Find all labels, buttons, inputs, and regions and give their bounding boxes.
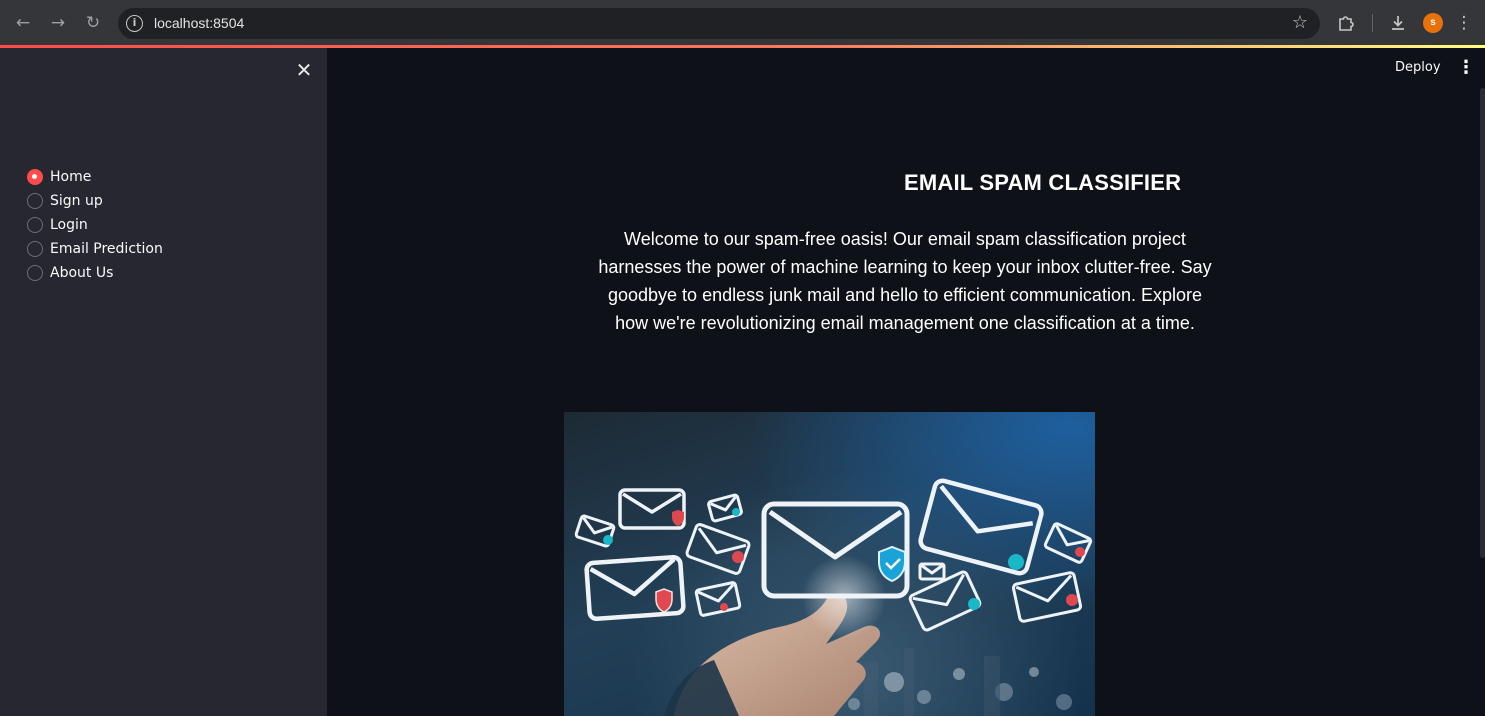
close-icon[interactable]: ✕ xyxy=(292,58,316,82)
radio-unselected-icon[interactable] xyxy=(27,265,43,281)
kebab-menu-icon[interactable]: ⋮ xyxy=(1457,56,1475,80)
hand-touching-email-envelopes-image xyxy=(564,412,1095,716)
profile-avatar[interactable]: s xyxy=(1423,13,1443,33)
intro-paragraph: Welcome to our spam-free oasis! Our emai… xyxy=(598,229,1212,333)
nav-label[interactable]: Home xyxy=(50,168,91,186)
address-bar[interactable]: i localhost:8504 ☆ xyxy=(118,8,1320,39)
radio-unselected-icon[interactable] xyxy=(27,241,43,257)
deploy-button[interactable]: Deploy xyxy=(1395,56,1441,80)
reload-icon[interactable]: ↻ xyxy=(81,11,105,35)
radio-selected-icon[interactable] xyxy=(27,169,43,185)
nav-label[interactable]: Sign up xyxy=(50,192,103,210)
nav-label[interactable]: Email Prediction xyxy=(50,240,163,258)
sidebar: ✕ Home Sign up Login Email Prediction Ab… xyxy=(0,48,327,716)
nav-label[interactable]: About Us xyxy=(50,264,113,282)
star-icon[interactable]: ☆ xyxy=(1292,12,1308,34)
url-text[interactable]: localhost:8504 xyxy=(154,15,244,32)
nav-radio-sign-up[interactable]: Sign up xyxy=(27,189,163,213)
radio-unselected-icon[interactable] xyxy=(27,193,43,209)
back-arrow-icon[interactable]: ← xyxy=(11,11,35,35)
info-icon[interactable]: i xyxy=(126,15,143,32)
browser-toolbar: ← → ↻ i localhost:8504 ☆ s ⋮ xyxy=(0,0,1485,45)
toolbar-divider xyxy=(1372,14,1373,32)
nav-radio-login[interactable]: Login xyxy=(27,213,163,237)
nav-radio-home[interactable]: Home xyxy=(27,165,163,189)
nav-radio-email-prediction[interactable]: Email Prediction xyxy=(27,237,163,261)
kebab-menu-icon[interactable]: ⋮ xyxy=(1455,10,1473,36)
page-title: EMAIL SPAM CLASSIFIER xyxy=(904,170,1182,195)
navigation-radio-group: Home Sign up Login Email Prediction Abou… xyxy=(27,165,163,285)
main-content: Deploy ⋮ EMAIL SPAM CLASSIFIER Welcome t… xyxy=(327,48,1485,716)
forward-arrow-icon[interactable]: → xyxy=(46,11,70,35)
nav-radio-about-us[interactable]: About Us xyxy=(27,261,163,285)
radio-unselected-icon[interactable] xyxy=(27,217,43,233)
scrollbar[interactable] xyxy=(1480,88,1485,558)
download-icon[interactable] xyxy=(1385,10,1411,36)
puzzle-icon[interactable] xyxy=(1333,10,1359,36)
nav-label[interactable]: Login xyxy=(50,216,88,234)
